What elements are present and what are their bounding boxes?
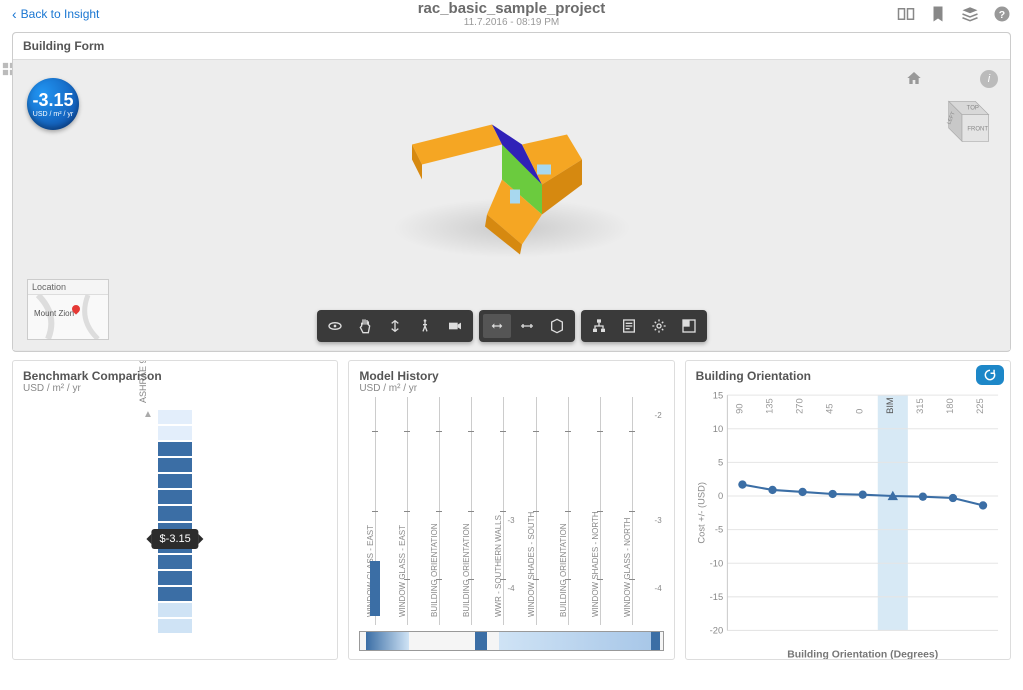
header: ‹ Back to Insight rac_basic_sample_proje… — [0, 0, 1023, 28]
history-col-label: BUILDING ORIENTATION — [430, 524, 439, 618]
score-value: -3.15 — [32, 90, 73, 111]
benchmark-unit: USD / m² / yr — [23, 383, 327, 394]
measure-tool[interactable] — [513, 314, 541, 338]
orientation-chart[interactable]: 15 10 5 0 -5 -10 -15 -20 Cost +/- (USD) 90 135 270 4… — [692, 391, 1004, 660]
history-col-label: WINDOW SHADES - SOUTH — [527, 512, 536, 617]
svg-text:90: 90 — [734, 403, 744, 413]
benchmark-value-badge: $-3.15 — [152, 529, 199, 549]
model-tree-tool[interactable] — [585, 314, 613, 338]
svg-text:Cost +/- (USD): Cost +/- (USD) — [696, 482, 706, 544]
info-icon[interactable]: i — [980, 70, 998, 88]
zoom-tool[interactable] — [381, 314, 409, 338]
location-minimap[interactable]: Location Mount Zion — [27, 279, 109, 340]
svg-text:-10: -10 — [709, 558, 723, 568]
map-thumbnail: Mount Zion — [28, 295, 108, 339]
fullscreen-tool[interactable] — [675, 314, 703, 338]
viewer-toolbar — [317, 310, 707, 342]
history-plot[interactable]: WINDOW GLASS - EASTWINDOW GLASS - EASTBU… — [359, 397, 663, 625]
svg-text:5: 5 — [718, 458, 723, 468]
score-unit: USD / m² / yr — [33, 111, 73, 118]
svg-text:-20: -20 — [709, 626, 723, 636]
building-model[interactable] — [392, 95, 632, 258]
settings-tool[interactable] — [645, 314, 673, 338]
orientation-card: Building Orientation 15 10 5 0 -5 -10 -15 -20 Co… — [685, 360, 1011, 660]
project-title: rac_basic_sample_project — [418, 0, 606, 17]
pan-tool[interactable] — [351, 314, 379, 338]
svg-text:45: 45 — [824, 403, 834, 413]
properties-tool[interactable] — [615, 314, 643, 338]
location-label: Location — [28, 280, 108, 295]
svg-text:-15: -15 — [709, 592, 723, 602]
compare-icon[interactable] — [897, 5, 915, 23]
svg-text:?: ? — [999, 9, 1005, 21]
history-title: Model History — [359, 369, 663, 383]
back-label: Back to Insight — [21, 7, 100, 21]
history-unit: USD / m² / yr — [359, 383, 663, 394]
nav-tool-group — [317, 310, 473, 342]
cube-top-label: TOP — [967, 105, 979, 111]
benchmark-axis-label: ASHRAE 90.1 ($17.21) — [138, 360, 148, 403]
bookmark-icon[interactable] — [929, 5, 947, 23]
cube-front-label: FRONT — [967, 127, 988, 133]
history-col-label: BUILDING ORIENTATION — [462, 524, 471, 618]
history-strip[interactable] — [359, 631, 663, 651]
building-form-panel: Building Form -3.15 USD / m² / yr i TOP … — [12, 32, 1011, 352]
benchmark-card: Benchmark Comparison USD / m² / yr ▲ ASH… — [12, 360, 338, 660]
benchmark-column[interactable] — [157, 409, 193, 634]
explode-tool[interactable] — [483, 314, 511, 338]
svg-text:10: 10 — [712, 424, 722, 434]
back-to-insight-link[interactable]: ‹ Back to Insight — [12, 6, 99, 22]
orbit-tool[interactable] — [321, 314, 349, 338]
help-icon[interactable]: ? — [993, 5, 1011, 23]
chevron-left-icon: ‹ — [12, 6, 17, 22]
svg-text:315: 315 — [915, 398, 925, 414]
svg-text:270: 270 — [794, 398, 804, 414]
history-col-label: WINDOW GLASS - EAST — [398, 525, 407, 617]
svg-text:180: 180 — [945, 398, 955, 414]
analysis-cards: Benchmark Comparison USD / m² / yr ▲ ASH… — [0, 360, 1023, 660]
view-cube[interactable]: TOP LEFT FRONT — [928, 88, 996, 148]
svg-text:0: 0 — [854, 409, 864, 414]
svg-text:225: 225 — [975, 398, 985, 414]
layers-icon[interactable] — [961, 5, 979, 23]
home-icon[interactable] — [906, 70, 922, 89]
history-col-label: WWR - SOUTHERN WALLS — [494, 515, 503, 617]
viewport-3d[interactable]: -3.15 USD / m² / yr i TOP LEFT FRONT — [13, 60, 1010, 350]
history-col-label: WINDOW GLASS - NORTH — [623, 518, 632, 617]
history-col-label: WINDOW SHADES - NORTH — [591, 511, 600, 617]
svg-text:0: 0 — [718, 491, 723, 501]
svg-text:135: 135 — [764, 398, 774, 414]
benchmark-title: Benchmark Comparison — [23, 369, 327, 383]
bench-arrow-icon: ▲ — [143, 409, 153, 420]
svg-text:15: 15 — [712, 391, 722, 400]
walk-tool[interactable] — [411, 314, 439, 338]
settings-tool-group — [581, 310, 707, 342]
svg-text:BIM: BIM — [884, 397, 894, 414]
history-col-label: BUILDING ORIENTATION — [559, 524, 568, 618]
header-actions: ? — [897, 5, 1011, 23]
camera-tool[interactable] — [441, 314, 469, 338]
orientation-title: Building Orientation — [696, 369, 1000, 383]
section-tool[interactable] — [543, 314, 571, 338]
title-block: rac_basic_sample_project 11.7.2016 - 08:… — [418, 0, 606, 28]
project-timestamp: 11.7.2016 - 08:19 PM — [418, 17, 606, 28]
model-history-card: Model History USD / m² / yr WINDOW GLASS… — [348, 360, 674, 660]
energy-score-badge[interactable]: -3.15 USD / m² / yr — [27, 78, 79, 130]
location-city: Mount Zion — [34, 309, 74, 318]
panel-title: Building Form — [13, 33, 1010, 60]
svg-text:Building Orientation (Degrees): Building Orientation (Degrees) — [787, 650, 938, 660]
refresh-icon[interactable] — [976, 365, 1004, 385]
svg-text:-5: -5 — [715, 525, 723, 535]
display-tool-group — [479, 310, 575, 342]
